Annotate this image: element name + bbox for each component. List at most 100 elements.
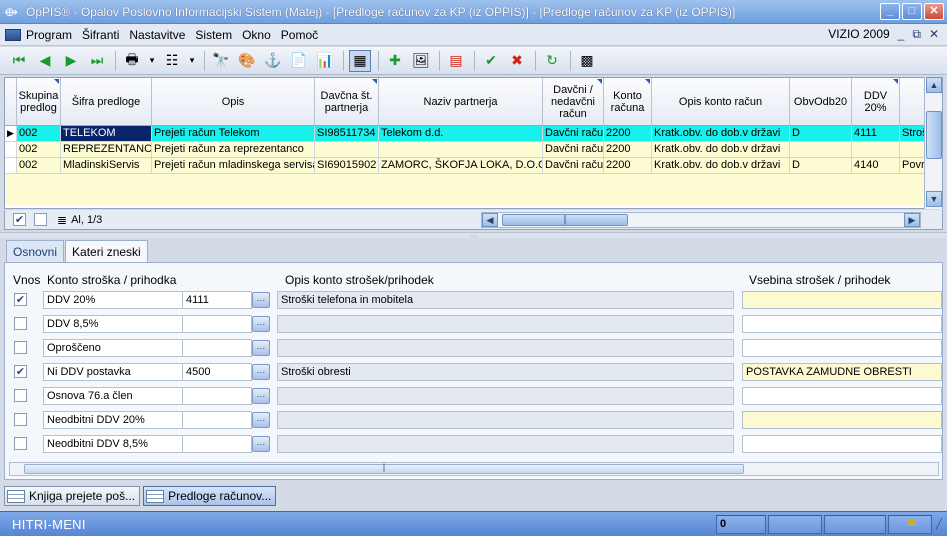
konto-code-input[interactable] [182, 411, 252, 429]
columns-dropdown-icon[interactable]: ▾ [187, 50, 197, 72]
delete-record-icon[interactable]: ▤ [445, 50, 467, 72]
cell-skupina[interactable]: 002 [17, 126, 61, 141]
next-record-icon[interactable]: ▶ [60, 50, 82, 72]
detail-hscroll-thumb[interactable]: ║ [24, 464, 744, 474]
cell-extra[interactable] [900, 142, 925, 157]
vsebina-input[interactable] [742, 435, 942, 453]
first-record-icon[interactable]: ⏮ [8, 50, 30, 72]
tab-osnovni[interactable]: Osnovni [6, 240, 65, 262]
menu-sifranti[interactable]: Šifranti [82, 28, 119, 42]
cell-davcni[interactable]: Davčni račun [543, 158, 604, 173]
col-obvodb[interactable]: ObvOdb20 [790, 78, 852, 125]
col-davcna[interactable]: Davčna št. partnerja [315, 78, 379, 125]
scroll-right-icon[interactable]: ▶ [904, 213, 920, 227]
menu-nastavitve[interactable]: Nastavitve [129, 28, 185, 42]
cell-davcni[interactable]: Davčni račun [543, 126, 604, 141]
vnos-checkbox[interactable] [14, 317, 27, 330]
child-restore-icon[interactable]: ⧉ [912, 27, 921, 42]
image-icon[interactable]: 🖼 [410, 50, 432, 72]
konto-code-input[interactable]: 4111 [182, 291, 252, 309]
last-record-icon[interactable]: ⏭ [86, 50, 108, 72]
refresh-icon[interactable]: ↻ [541, 50, 563, 72]
scroll-left-icon[interactable]: ◀ [482, 213, 498, 227]
pane-splitter[interactable]: … [0, 231, 947, 239]
mdi-window-icon[interactable] [5, 28, 21, 41]
grid-horizontal-scrollbar[interactable]: ◀ ║ ▶ [481, 212, 921, 228]
cell-opis[interactable]: Prejeti račun za reprezentanco [152, 142, 315, 157]
table-row[interactable]: 002 MladinskiServis Prejeti račun mladin… [5, 158, 925, 174]
lookup-button[interactable]: … [252, 316, 270, 332]
table-row[interactable]: ▶ 002 TELEKOM Prejeti račun Telekom SI98… [5, 126, 925, 142]
cell-obvodb[interactable]: D [790, 126, 852, 141]
add-record-icon[interactable]: ✚ [384, 50, 406, 72]
scroll-up-icon[interactable]: ▲ [926, 77, 942, 93]
lookup-button[interactable]: … [252, 388, 270, 404]
close-button[interactable]: ✕ [924, 3, 944, 20]
cell-obvodb[interactable] [790, 142, 852, 157]
col-skupina[interactable]: Skupina predlog [17, 78, 61, 125]
columns-icon[interactable]: ☷ [161, 50, 183, 72]
document-icon[interactable]: 📄 [288, 50, 310, 72]
cell-opis[interactable]: Prejeti račun Telekom [152, 126, 315, 141]
cell-sifra[interactable]: MladinskiServis [61, 158, 152, 173]
lookup-button[interactable]: … [252, 436, 270, 452]
lookup-button[interactable]: … [252, 340, 270, 356]
cell-extra[interactable]: Stroš [900, 126, 925, 141]
cell-konto[interactable]: 2200 [604, 142, 652, 157]
cell-opis-konto[interactable]: Kratk.obv. do dob.v državi [652, 126, 790, 141]
konto-code-input[interactable] [182, 387, 252, 405]
cell-davcna[interactable]: SI98511734 [315, 126, 379, 141]
binoculars-icon[interactable]: 🔭 [210, 50, 232, 72]
grid-uncheck-box[interactable] [34, 213, 47, 226]
cancel-icon[interactable]: ✖ [506, 50, 528, 72]
quick-menu-label[interactable]: HITRI-MENI [0, 517, 716, 532]
lookup-button[interactable]: … [252, 364, 270, 380]
vnos-checkbox[interactable] [14, 413, 27, 426]
col-opis[interactable]: Opis [152, 78, 315, 125]
cell-extra[interactable]: Povr [900, 158, 925, 173]
resize-grip-icon[interactable]: ╱ [936, 519, 942, 530]
cell-ddv20[interactable] [852, 142, 900, 157]
table-row[interactable]: 002 REPREZENTANCA Prejeti račun za repre… [5, 142, 925, 158]
cell-sifra[interactable]: TELEKOM [61, 126, 152, 141]
cell-konto[interactable]: 2200 [604, 158, 652, 173]
grid-vertical-scrollbar[interactable]: ▲ ▼ [924, 77, 942, 209]
cell-ddv20[interactable]: 4140 [852, 158, 900, 173]
cell-opis-konto[interactable]: Kratk.obv. do dob.v državi [652, 158, 790, 173]
cell-obvodb[interactable]: D [790, 158, 852, 173]
mail-icon[interactable]: ✉ [888, 514, 932, 534]
lookup-button[interactable]: … [252, 292, 270, 308]
col-konto[interactable]: Konto računa [604, 78, 652, 125]
cell-davcna[interactable] [315, 142, 379, 157]
window-tab-predloge[interactable]: Predloge računov... [143, 486, 277, 506]
scroll-down-icon[interactable]: ▼ [926, 191, 942, 207]
templates-grid[interactable]: Skupina predlog Šifra predloge Opis Davč… [4, 77, 943, 209]
menu-okno[interactable]: Okno [242, 28, 271, 42]
maximize-button[interactable]: □ [902, 3, 922, 20]
vsebina-input[interactable] [742, 339, 942, 357]
cell-opis-konto[interactable]: Kratk.obv. do dob.v državi [652, 142, 790, 157]
child-close-icon[interactable]: ✕ [929, 27, 939, 42]
chart-icon[interactable]: 📊 [314, 50, 336, 72]
lookup-button[interactable]: … [252, 412, 270, 428]
vsebina-input[interactable] [742, 411, 942, 429]
grid-view-icon[interactable]: ▦ [349, 49, 371, 72]
minimize-button[interactable]: _ [880, 3, 900, 20]
filter-icon[interactable]: ⚓ [262, 50, 284, 72]
col-davcni[interactable]: Davčni / nedavčni račun [543, 78, 604, 125]
cell-davcna[interactable]: SI69015902 [315, 158, 379, 173]
vnos-checkbox[interactable] [14, 389, 27, 402]
color-grid-icon[interactable]: ▩ [576, 50, 598, 72]
col-opis-konto[interactable]: Opis konto račun [652, 78, 790, 125]
col-ddv20[interactable]: DDV 20% [852, 78, 900, 125]
menu-pomoc[interactable]: Pomoč [281, 28, 318, 42]
window-tab-knjiga[interactable]: Knjiga prejete poš... [4, 486, 141, 506]
cell-skupina[interactable]: 002 [17, 158, 61, 173]
cell-naziv[interactable] [379, 142, 543, 157]
hscroll-thumb[interactable]: ║ [502, 214, 628, 226]
konto-code-input[interactable] [182, 315, 252, 333]
vnos-checkbox[interactable]: ✔ [14, 365, 27, 378]
vsebina-input[interactable]: POSTAVKA ZAMUDNE OBRESTI [742, 363, 942, 381]
cell-naziv[interactable]: Telekom d.d. [379, 126, 543, 141]
col-extra[interactable] [900, 78, 925, 125]
